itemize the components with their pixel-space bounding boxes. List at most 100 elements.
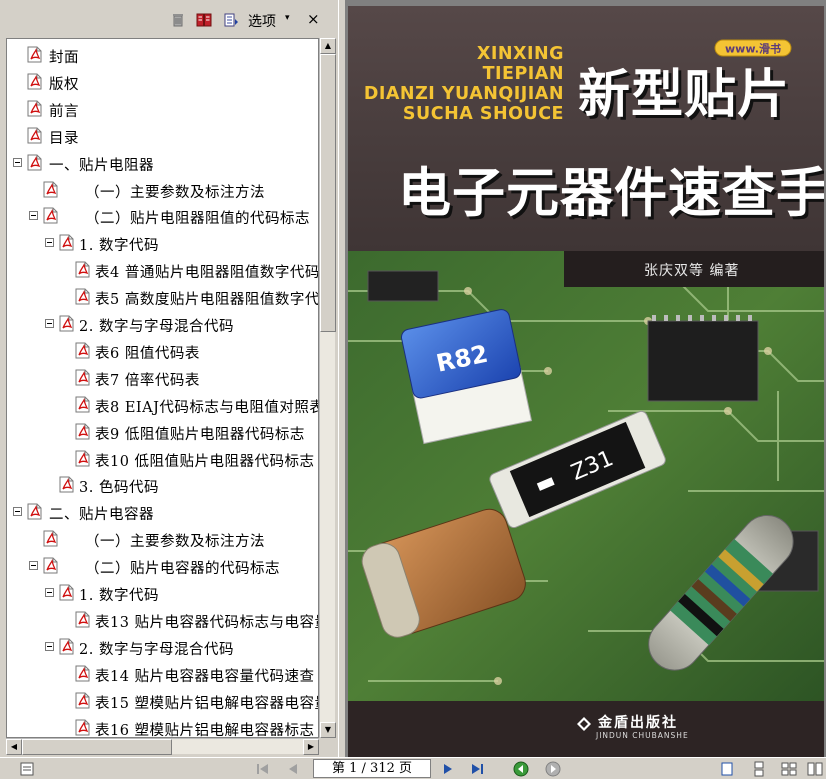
bookmark-item[interactable]: 3. 色码代码: [7, 472, 318, 498]
pdf-bookmark-icon: [27, 73, 42, 90]
bookmark-item[interactable]: 二、贴片电容器: [7, 499, 318, 525]
horizontal-scrollbar-thumb[interactable]: [22, 739, 172, 755]
pinyin-line: TIEPIAN: [482, 64, 564, 84]
bookmark-item[interactable]: 表8 EIAJ代码标志与电阻值对照表: [7, 392, 319, 418]
bookmark-label: 表8 EIAJ代码标志与电阻值对照表: [95, 399, 319, 416]
delete-bookmark-icon[interactable]: [170, 12, 186, 28]
options-menu[interactable]: 选项: [248, 11, 276, 31]
panel-splitter[interactable]: [338, 0, 346, 757]
bookmarks-vertical-scrollbar[interactable]: ▲ ▼: [319, 38, 336, 738]
bookmark-item[interactable]: 表16 塑模贴片铝电解电容器标志: [7, 715, 318, 738]
last-page-icon[interactable]: [468, 761, 486, 777]
collapse-toggle-icon[interactable]: [45, 238, 54, 248]
bookmark-label: （二）贴片电容器的代码标志: [85, 561, 280, 578]
bookmark-label: （二）贴片电阻器阻值的代码标志: [85, 211, 310, 228]
collapse-toggle-icon[interactable]: [45, 641, 54, 651]
continuous-view-icon[interactable]: [750, 761, 768, 777]
bookmark-label: 表4 普通贴片电阻器阻值数字代码: [95, 265, 319, 282]
bookmark-label: 表14 贴片电容器电容量代码速查: [95, 668, 315, 685]
publisher-name-pinyin: JINDUN CHUBANSHE: [596, 731, 689, 740]
bookmark-label: 2. 数字与字母混合代码: [79, 641, 234, 658]
bookmark-label: 目录: [49, 130, 79, 147]
bookmarks-horizontal-scrollbar[interactable]: ◀ ▶: [6, 738, 319, 755]
pdf-bookmark-icon: [75, 396, 90, 413]
bookmark-item[interactable]: 表14 贴片电容器电容量代码速查: [7, 661, 318, 687]
single-page-view-icon[interactable]: [718, 761, 736, 777]
bookmark-label: 1. 数字代码: [79, 238, 159, 255]
pdf-bookmark-icon: [27, 100, 42, 117]
bookmark-label: 表5 高数度贴片电阻器阻值数字代码: [95, 292, 319, 309]
bookmark-item[interactable]: 表13 贴片电容器代码标志与电容量: [7, 607, 319, 633]
scrollbar-thumb[interactable]: [320, 54, 336, 332]
expand-bookmark-icon[interactable]: [196, 12, 212, 28]
bookmark-item[interactable]: 表10 低阻值贴片电阻器代码标志: [7, 446, 318, 472]
go-back-icon[interactable]: [512, 761, 530, 777]
bookmark-item[interactable]: 2. 数字与字母混合代码: [7, 311, 318, 337]
pinyin-line: SUCHA SHOUCE: [402, 104, 564, 124]
previous-page-icon[interactable]: [284, 761, 302, 777]
bookmark-item[interactable]: （一）主要参数及标注方法: [7, 526, 318, 552]
bookmark-item[interactable]: 前言: [7, 96, 318, 122]
bookmark-label: 前言: [49, 103, 79, 120]
toggle-panel-icon[interactable]: [18, 761, 36, 777]
pdf-bookmark-icon: [75, 288, 90, 305]
pdf-bookmark-icon: [43, 530, 58, 547]
go-forward-icon[interactable]: [544, 761, 562, 777]
bookmark-tree: 封面版权前言目录一、贴片电阻器 （一）主要参数及标注方法 （二）贴片电阻器阻值的代码…: [6, 38, 319, 738]
pdf-bookmark-icon: [27, 127, 42, 144]
scroll-left-arrow-icon[interactable]: ◀: [6, 739, 22, 755]
pinyin-line: XINXING: [476, 44, 564, 64]
next-page-icon[interactable]: [439, 761, 457, 777]
bookmark-item[interactable]: 版权: [7, 69, 318, 95]
scroll-down-arrow-icon[interactable]: ▼: [320, 722, 336, 738]
bookmark-label: 2. 数字与字母混合代码: [79, 319, 234, 335]
bookmark-label: （一）主要参数及标注方法: [85, 184, 265, 201]
bookmark-item[interactable]: 表6 阻值代码表: [7, 338, 318, 364]
bookmark-item[interactable]: 1. 数字代码: [7, 580, 318, 606]
bookmark-item[interactable]: 表15 塑模贴片铝电解电容器电容量: [7, 688, 318, 714]
collapse-toggle-icon[interactable]: [29, 561, 38, 571]
bookmark-item[interactable]: 2. 数字与字母混合代码: [7, 634, 318, 660]
bookmark-label: 3. 色码代码: [79, 480, 159, 497]
bookmark-item[interactable]: （二）贴片电阻器阻值的代码标志: [7, 203, 318, 229]
bookmark-item[interactable]: 封面: [7, 42, 318, 68]
facing-pages-view-icon[interactable]: [780, 761, 798, 777]
bookmark-item[interactable]: 目录: [7, 123, 318, 149]
bookmark-label: 表16 塑模贴片铝电解电容器标志: [95, 722, 315, 738]
cover-pinyin-title: XINXING TIEPIAN DIANZI YUANQIJIAN SUCHA …: [354, 44, 564, 124]
pdf-bookmark-icon: [43, 207, 58, 224]
first-page-icon[interactable]: [254, 761, 272, 777]
bookmark-label: 表9 低阻值贴片电阻器代码标志: [95, 426, 305, 443]
pdf-bookmark-icon: [75, 369, 90, 386]
bookmark-properties-icon[interactable]: [223, 12, 239, 28]
bookmark-item[interactable]: 一、贴片电阻器: [7, 150, 318, 176]
cover-header: XINXING TIEPIAN DIANZI YUANQIJIAN SUCHA …: [348, 6, 824, 251]
scroll-up-arrow-icon[interactable]: ▲: [320, 38, 336, 54]
collapse-toggle-icon[interactable]: [13, 157, 22, 167]
bookmark-label: 表13 贴片电容器代码标志与电容量: [95, 614, 319, 631]
bookmark-item[interactable]: 表9 低阻值贴片电阻器代码标志: [7, 419, 318, 445]
page-number-field[interactable]: 第 1 / 312 页: [313, 759, 431, 778]
continuous-facing-view-icon[interactable]: [806, 761, 824, 777]
collapse-toggle-icon[interactable]: [29, 211, 38, 221]
bookmark-label: 1. 数字代码: [79, 588, 159, 604]
bookmark-label: 表10 低阻值贴片电阻器代码标志: [95, 453, 315, 470]
pdf-bookmark-icon: [43, 181, 58, 197]
close-panel-button[interactable]: ×: [307, 10, 320, 28]
bookmark-item[interactable]: 表7 倍率代码表: [7, 365, 318, 391]
chevron-down-icon[interactable]: ▾: [285, 13, 290, 23]
bookmark-label: 表7 倍率代码表: [95, 372, 200, 389]
bookmark-item[interactable]: 1. 数字代码: [7, 230, 318, 256]
scroll-right-arrow-icon[interactable]: ▶: [303, 739, 319, 755]
pdf-bookmark-icon: [43, 557, 58, 574]
bookmark-item[interactable]: （一）主要参数及标注方法: [7, 177, 318, 203]
pdf-bookmark-icon: [75, 692, 90, 709]
collapse-toggle-icon[interactable]: [13, 507, 22, 517]
collapse-toggle-icon[interactable]: [45, 319, 54, 328]
bookmark-item[interactable]: 表5 高数度贴片电阻器阻值数字代码: [7, 284, 319, 310]
collapse-toggle-icon[interactable]: [45, 588, 54, 597]
bookmark-item[interactable]: （二）贴片电容器的代码标志: [7, 553, 318, 579]
bookmark-item[interactable]: 表4 普通贴片电阻器阻值数字代码: [7, 257, 319, 283]
pinyin-line: DIANZI YUANQIJIAN: [363, 84, 564, 104]
bookmark-label: 版权: [49, 76, 79, 93]
